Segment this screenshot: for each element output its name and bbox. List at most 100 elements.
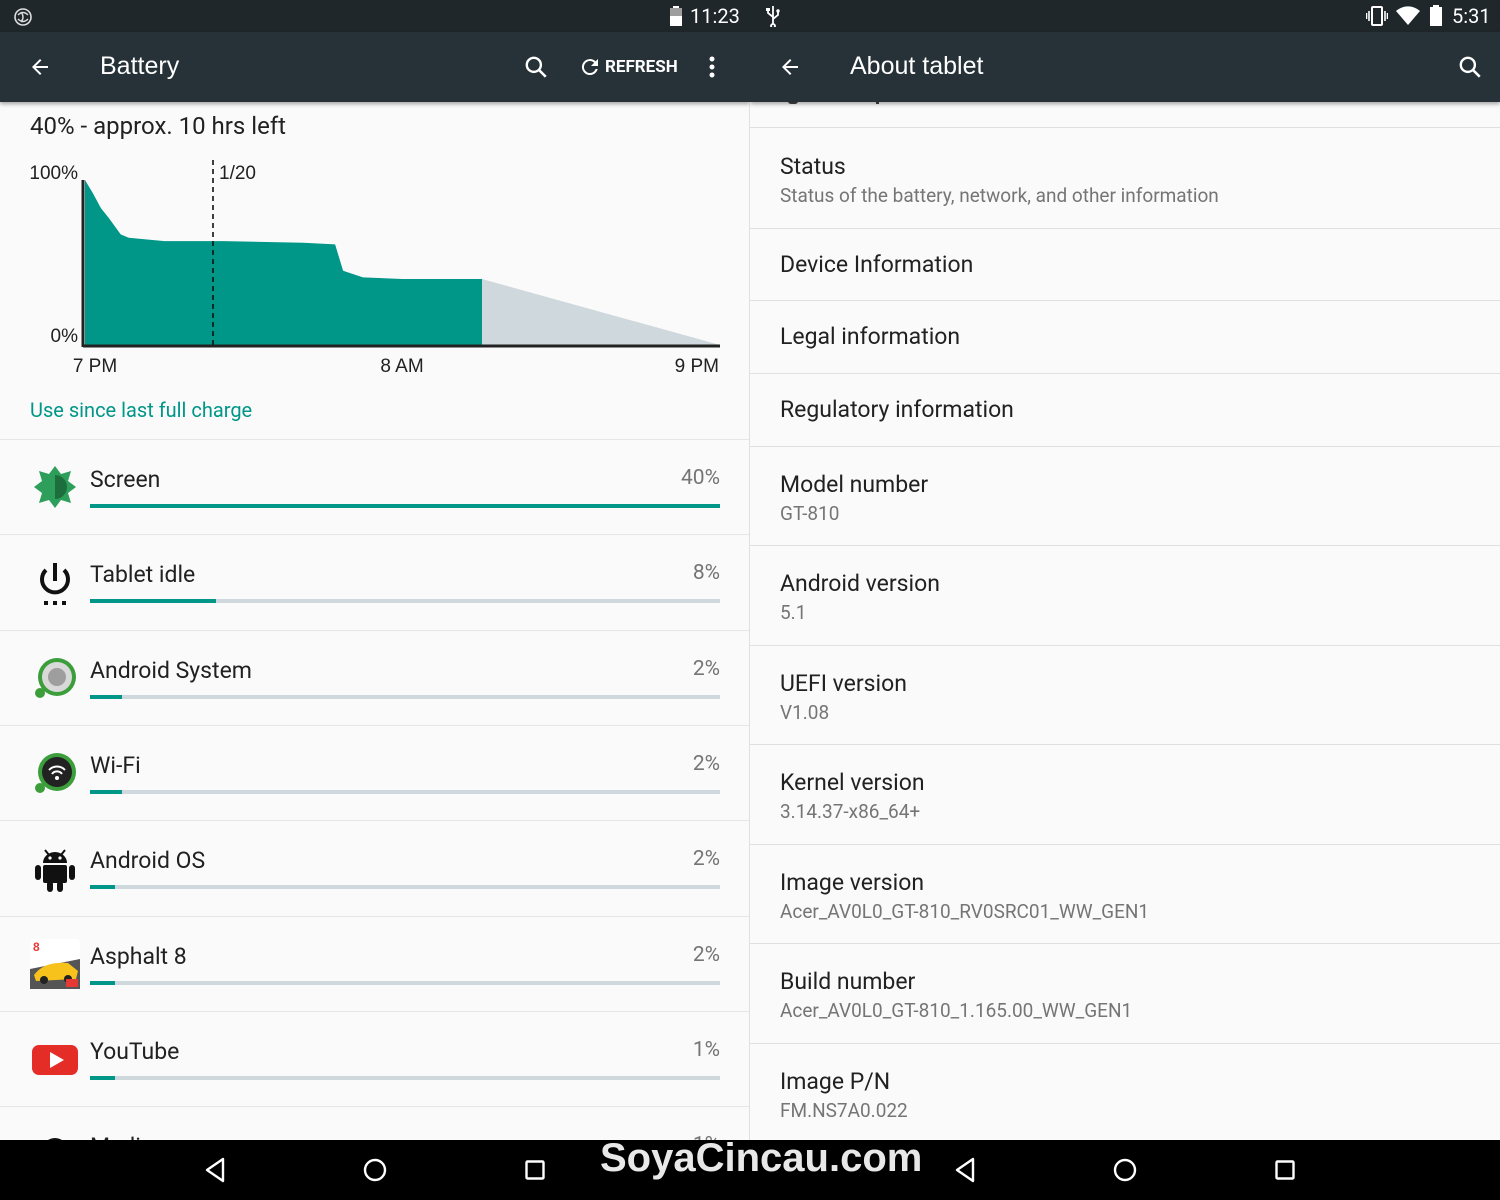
nav-back-icon [955, 1157, 975, 1183]
usage-bar-fill [90, 885, 116, 890]
about-item-title: Kernel version [780, 769, 925, 797]
usage-item-asphalt-8[interactable]: 8 Asphalt 8 2% [0, 915, 750, 1011]
about-item-uefi-version[interactable]: UEFI version V1.08 [750, 646, 1500, 746]
battery-icon [670, 6, 682, 26]
search-button[interactable] [518, 49, 554, 85]
battery-app-bar: Battery REFRESH [0, 32, 750, 102]
about-item-regulatory-information[interactable]: Regulatory information [750, 374, 1500, 447]
refresh-icon [581, 59, 598, 76]
about-item-model-number[interactable]: Model number GT-810 [750, 447, 1500, 547]
about-item-title: Regulatory information [780, 395, 1014, 423]
about-item-legal-information[interactable]: Legal information [750, 301, 1500, 374]
about-app-bar: About tablet [750, 32, 1500, 102]
about-item-android-version[interactable]: Android version 5.1 [750, 546, 1500, 646]
status-bar: 5:31 [750, 0, 1500, 32]
back-button[interactable] [22, 49, 58, 85]
usage-item-youtube[interactable]: YouTube 1% [0, 1010, 750, 1106]
android-icon [35, 849, 75, 893]
usage-item-name: Android System [90, 656, 252, 684]
usb-icon [766, 6, 780, 27]
about-item-title: UEFI version [780, 669, 907, 697]
about-item-subtitle: FM.NS7A0.022 [780, 1098, 908, 1122]
nav-back-button[interactable] [195, 1150, 235, 1190]
about-tablet-screen: 5:31 About tablet Status Status of the ba… [750, 0, 1500, 1140]
about-item-subtitle: GT-810 [780, 501, 840, 525]
nav-back-button[interactable] [945, 1150, 985, 1190]
usage-item-icon [30, 557, 80, 607]
usage-item-android-os[interactable]: Android OS 2% [0, 820, 750, 915]
usage-bar [90, 694, 720, 699]
usage-bar-fill [90, 504, 720, 508]
partially-scrolled-item [750, 102, 1500, 128]
brightness-icon [34, 466, 76, 508]
usage-item-percent: 1% [692, 1037, 720, 1062]
about-item-title: Image P/N [780, 1067, 891, 1095]
nav-home-button[interactable] [355, 1150, 395, 1190]
battery-content: 40% - approx. 10 hrs left 1/20 100% 0% 7 PM… [0, 102, 750, 1140]
usage-item-android-system[interactable]: Android System 2% [0, 629, 750, 725]
nav-recents-button[interactable] [1265, 1150, 1305, 1190]
back-button[interactable] [772, 49, 808, 85]
about-item-status[interactable]: Status Status of the battery, network, an… [750, 129, 1500, 229]
app-notification-icon [14, 8, 32, 26]
wifi-icon [1396, 6, 1420, 26]
usage-item-wi-fi[interactable]: Wi-Fi 2% [0, 724, 750, 820]
about-item-subtitle: V1.08 [780, 700, 830, 724]
battery-screen: 11:23 Battery REFRESH 40% - approx. 10 h… [0, 0, 750, 1140]
usage-bar [90, 599, 720, 604]
android-icon [48, 1138, 62, 1140]
usage-bar-fill [90, 980, 116, 985]
about-item-build-number[interactable]: Build number Acer_AV0L0_GT-810_1.165.00_W… [750, 944, 1500, 1044]
youtube-icon [32, 1044, 78, 1075]
status-bar: 11:23 [0, 0, 750, 32]
usage-item-name: YouTube [90, 1037, 180, 1065]
refresh-button[interactable]: REFRESH [578, 49, 686, 85]
about-item-kernel-version[interactable]: Kernel version 3.14.37-x86_64+ [750, 745, 1500, 845]
usage-bar-fill [90, 1075, 116, 1080]
usage-bar [90, 789, 720, 794]
y-tick-label: 100% [29, 163, 78, 184]
usage-item-screen[interactable]: Screen 40% [0, 439, 750, 534]
wifi-app-icon [35, 752, 76, 793]
usage-item-name: Tablet idle [90, 561, 196, 589]
search-button[interactable] [1452, 49, 1488, 85]
overflow-menu-button[interactable] [696, 49, 728, 85]
screenshot-composite: 11:23 Battery REFRESH 40% - approx. 10 h… [0, 0, 1500, 1200]
svg-text:8: 8 [33, 940, 40, 954]
about-item-image-version[interactable]: Image version Acer_AV0L0_GT-810_RV0SRC01_… [750, 845, 1500, 945]
usage-item-percent: 2% [692, 847, 720, 872]
nav-recents-button[interactable] [515, 1150, 555, 1190]
arrow-back-icon [32, 59, 48, 75]
arrow-back-icon [782, 59, 798, 75]
usage-item-name: Wi-Fi [90, 751, 141, 779]
about-item-image-p-n[interactable]: Image P/N FM.NS7A0.022 [750, 1044, 1500, 1140]
about-item-title: Device Information [780, 250, 974, 278]
page-title: Battery [100, 52, 180, 80]
nav-recents-icon [1275, 1160, 1295, 1180]
usage-bar-fill [90, 789, 122, 794]
y-tick-label: 0% [51, 326, 79, 347]
usage-item-icon: 8 [30, 938, 80, 989]
usage-item-percent: 2% [692, 942, 720, 967]
nav-back-icon [205, 1157, 225, 1183]
usage-item-name: Screen [90, 466, 161, 493]
nav-recents-icon [525, 1160, 545, 1180]
watermark: SoyaCincau.com [600, 1136, 923, 1180]
about-item-device-information[interactable]: Device Information [750, 229, 1500, 302]
usage-item-mediaserver[interactable]: Mediaserver1% [0, 1106, 750, 1140]
about-item-title: Legal information [780, 323, 961, 351]
android-system-icon [35, 657, 76, 698]
usage-item-percent: 40% [681, 466, 720, 490]
battery-history-chart: 1/20 100% 0% 7 PM 8 AM 9 PM [29, 160, 720, 377]
status-time: 11:23 [690, 4, 740, 28]
usage-item-name: Android OS [90, 847, 206, 875]
usage-item-name: Mediaserver [90, 1133, 216, 1140]
about-item-subtitle: Status of the battery, network, and othe… [780, 184, 1219, 207]
usage-item-tablet-idle[interactable]: Tablet idle 8% [0, 534, 750, 629]
nav-home-button[interactable] [1105, 1150, 1145, 1190]
search-icon [1459, 56, 1481, 78]
power-icon [40, 563, 70, 606]
x-tick-label: 9 PM [675, 356, 719, 377]
usage-item-icon [30, 748, 80, 798]
nav-home-icon [1113, 1158, 1137, 1182]
